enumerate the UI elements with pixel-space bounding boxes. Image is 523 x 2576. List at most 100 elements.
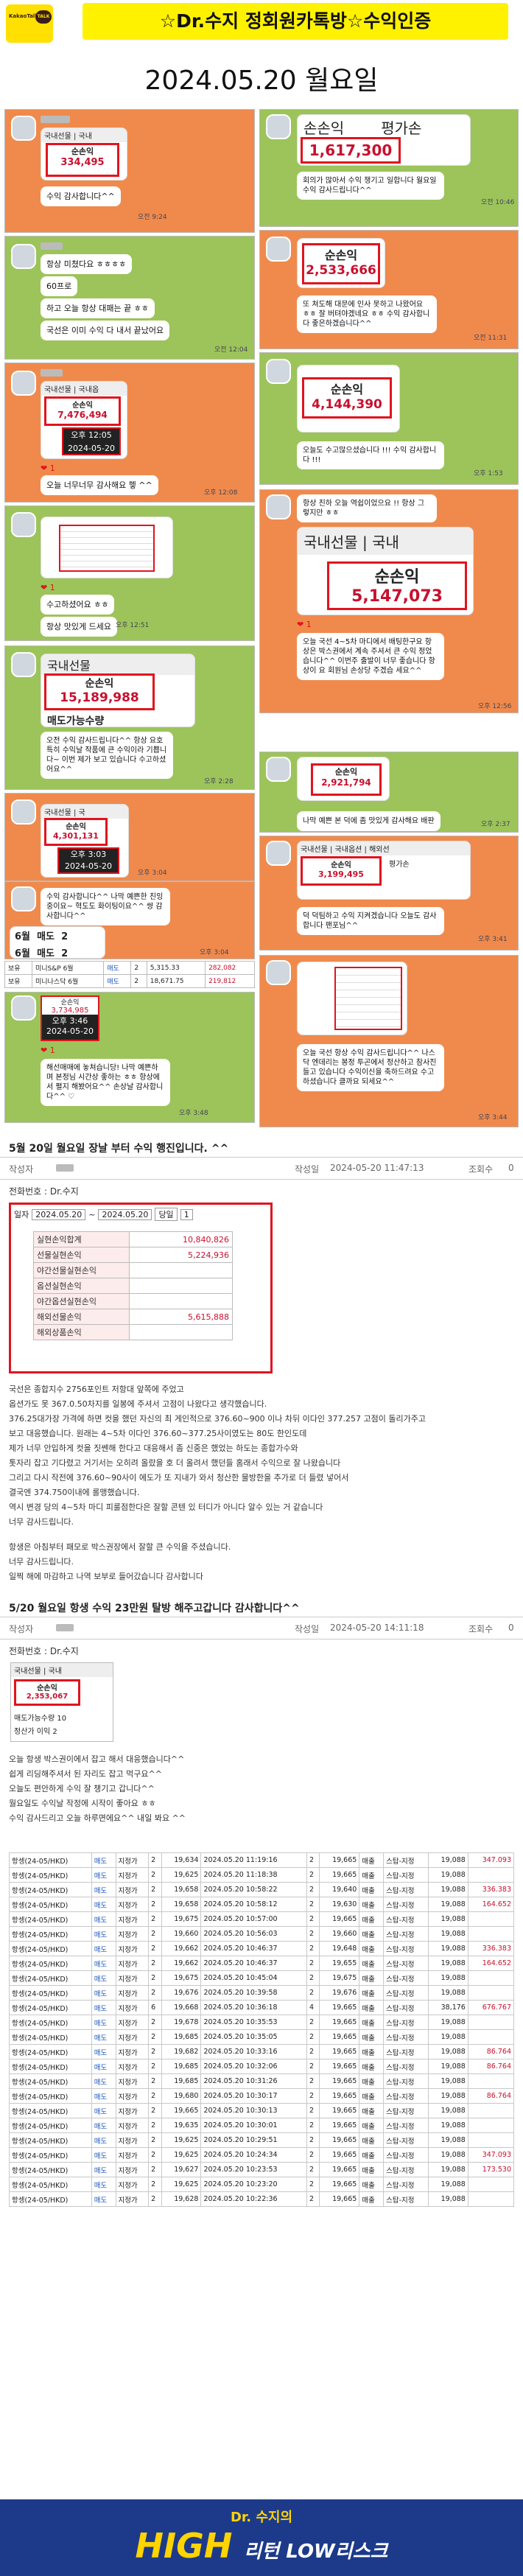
table-cell [467, 1985, 515, 2001]
table-cell: 지정가 [115, 2177, 150, 2192]
table-cell: 지정가 [115, 1956, 150, 1971]
profit-table: 실현손익합계 10,840,826 선물실현손익 5,224,936 야간선물실현손… [33, 1231, 233, 1340]
table-cell: 2 [306, 1852, 320, 1868]
table-cell: 2 [306, 2118, 320, 2133]
table-cell: 스탑-지정 [383, 2000, 429, 2015]
table-row: 항셍(24-05/HKD) 매도 지정가 2 19,678 2024.05.20 10:3… [9, 2015, 515, 2030]
table-cell: 2024.05.20 10:30:13 [200, 2103, 307, 2118]
table-cell: 매도 [91, 2118, 116, 2133]
chat-panel-7: ❤ 1 수고하셨어요 ㅎㅎ 항상 맛있게 드세요 오후 12:51 [4, 505, 255, 641]
table-cell: 164.652 [467, 1897, 515, 1912]
table-cell: 스탑-지정 [383, 1926, 429, 1942]
table-cell: 2024.05.20 10:23:53 [200, 2162, 307, 2177]
table-cell: 지정가 [115, 1970, 150, 1986]
table-cell: 19,665 [319, 2162, 360, 2177]
table-cell: 19,625 [161, 2132, 202, 2148]
table-cell: 스탑-지정 [383, 2147, 429, 2163]
table-cell: 19,655 [319, 1956, 360, 1971]
table-cell: 2024.05.20 10:58:12 [200, 1897, 307, 1912]
table-cell: 2 [148, 1867, 162, 1883]
table-cell: 매출 [359, 2000, 385, 2015]
table-cell: 19,088 [427, 1926, 468, 1942]
table-cell: 19,660 [319, 1926, 360, 1942]
table-cell: 항셍(24-05/HKD) [9, 1926, 92, 1942]
table-cell: 매출 [359, 1970, 385, 1986]
table-cell: 지정가 [115, 2118, 150, 2133]
table-cell: 19,088 [427, 2029, 468, 2045]
table-cell: 항셍(24-05/HKD) [9, 2162, 92, 2177]
chat-panel-12: 국내선물 | 국내옵션 | 해외선 순손익 3,199,495 평가손 덕 덕팀… [259, 836, 519, 951]
table-row: 항셍(24-05/HKD) 매도 지정가 2 19,635 2024.05.20 10:3… [9, 2118, 515, 2133]
chat-panel-15: 순손익 3,734,985 오후 3:46 2024-05-20 ❤ 1 해선매매… [4, 992, 255, 1123]
table-row: 항셍(24-05/HKD) 매도 지정가 2 19,658 2024.05.20 10:5… [9, 1882, 515, 1897]
table-cell: 2 [306, 2073, 320, 2089]
table-cell: 19,628 [161, 2191, 202, 2207]
chat-panel-14: 오늘 국선 항상 수익 감사드립니다^^ 나스닥 엔데리는 봉정 투곤에서 정산… [259, 955, 519, 1127]
table-cell: 스탑-지정 [383, 2191, 429, 2207]
table-cell: 항셍(24-05/HKD) [9, 2000, 92, 2015]
table-cell: 스탑-지정 [383, 2015, 429, 2030]
table-cell: 19,625 [161, 2177, 202, 2192]
table-cell: 매출 [359, 2132, 385, 2148]
table-cell: 매도 [91, 1926, 116, 1942]
table-cell: 스탑-지정 [383, 2059, 429, 2074]
table-cell: 2024.05.20 10:45:04 [200, 1970, 307, 1986]
date-title: 2024.05.20 월요일 [144, 66, 379, 96]
table-cell: 항셍(24-05/HKD) [9, 2147, 92, 2163]
table-cell: 매출 [359, 1897, 385, 1912]
table-row: 항셍(24-05/HKD) 매도 지정가 2 19,625 2024.05.20 11:1… [9, 1867, 515, 1883]
table-cell [467, 2103, 515, 2118]
table-cell: 지정가 [115, 1985, 150, 2001]
table-cell: 19,088 [427, 2088, 468, 2104]
date-to-input[interactable]: 2024.05.20 [98, 1208, 152, 1220]
table-cell: 173.530 [467, 2162, 515, 2177]
table-cell: 항셍(24-05/HKD) [9, 2118, 92, 2133]
table-cell: 19,088 [427, 1867, 468, 1883]
table-cell: 매도 [91, 2044, 116, 2059]
table-cell: 항셍(24-05/HKD) [9, 2073, 92, 2089]
table-cell: 19,665 [319, 2118, 360, 2133]
table-cell: 19,665 [319, 1852, 360, 1868]
table-cell: 19,665 [319, 2059, 360, 2074]
table-cell: 19,668 [161, 2000, 202, 2015]
table-cell: 매도 [91, 2073, 116, 2089]
table-cell: 19,675 [161, 1970, 202, 1986]
table-cell: 19,648 [319, 1941, 360, 1956]
table-cell: 19,676 [319, 1985, 360, 2001]
table-cell: 2024.05.20 10:58:22 [200, 1882, 307, 1897]
query-button[interactable]: 1 [180, 1208, 193, 1220]
header: KakaoTalk TALK ☆Dr.수지 정회원카톡방☆수익인증 2024.0… [0, 0, 523, 125]
table-cell: 지정가 [115, 2059, 150, 2074]
post-1: 5월 20일 월요일 장날 부터 수익 행진입니다. ^^ 작성자 작성일 20… [0, 1135, 523, 1581]
table-cell: 2024.05.20 10:22:36 [200, 2191, 307, 2207]
chat-panel-8: 항상 친하 오늘 역쉽이었으요 !! 항상 그렇지만 ㅎㅎ 국내선물 | 국내 … [259, 489, 519, 713]
table-row: 항셍(24-05/HKD) 매도 지정가 2 19,625 2024.05.20 10:2… [9, 2177, 515, 2192]
table-cell [467, 2073, 515, 2089]
table-cell [467, 2015, 515, 2030]
table-cell: 스탑-지정 [383, 1897, 429, 1912]
table-cell: 매출 [359, 2162, 385, 2177]
table-cell: 2 [306, 1941, 320, 1956]
chat-panel-5: 국내선물 | 국내옵 순손익 7,476,494 오후 12:05 2024-05… [4, 363, 255, 503]
table-cell: 2 [306, 1882, 320, 1897]
table-cell: 항셍(24-05/HKD) [9, 1882, 92, 1897]
table-cell: 19,675 [319, 1970, 360, 1986]
table-cell: 항셍(24-05/HKD) [9, 2029, 92, 2045]
table-row: 항셍(24-05/HKD) 매도 지정가 2 19,675 2024.05.20 10:4… [9, 1970, 515, 1986]
table-cell: 스탑-지정 [383, 1852, 429, 1868]
period-select[interactable]: 당일 [155, 1208, 178, 1221]
table-cell: 매출 [359, 1867, 385, 1883]
table-cell: 2 [306, 2059, 320, 2074]
chat-panel-9: 국내선물 순손익 15,189,988 매도가능수량 오전 수익 감사드립니다^… [4, 645, 255, 790]
table-cell: 2024.05.20 10:33:16 [200, 2044, 307, 2059]
table-cell: 지정가 [115, 1897, 150, 1912]
table-row: 항셍(24-05/HKD) 매도 지정가 2 19,676 2024.05.20 10:3… [9, 1985, 515, 2001]
table-cell: 지정가 [115, 2088, 150, 2104]
table-cell: 2024.05.20 10:24:34 [200, 2147, 307, 2163]
date-from-input[interactable]: 2024.05.20 [32, 1208, 86, 1220]
table-cell: 19,640 [319, 1882, 360, 1897]
table-cell: 항셍(24-05/HKD) [9, 1970, 92, 1986]
table-cell: 19,665 [319, 2088, 360, 2104]
table-cell: 19,665 [319, 2191, 360, 2207]
table-cell: 19,658 [161, 1882, 202, 1897]
